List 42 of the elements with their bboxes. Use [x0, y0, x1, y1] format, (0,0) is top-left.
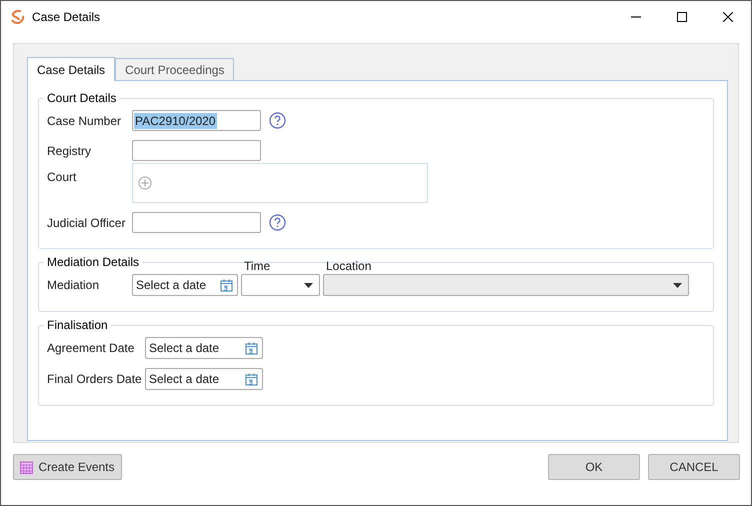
date-placeholder: Select a date [149, 372, 220, 386]
window-title: Case Details [32, 10, 100, 24]
calendar-icon[interactable] [245, 342, 258, 354]
date-placeholder: Select a date [149, 341, 220, 355]
field-label: Final Orders Date [47, 372, 143, 386]
field-label: Agreement Date [47, 341, 136, 355]
field-label: Mediation [47, 278, 100, 294]
field-value: PAC2910/2020 [134, 112, 217, 128]
maximize-icon[interactable] [677, 12, 687, 22]
dropdown-arrow-icon [673, 282, 682, 288]
text-field[interactable] [132, 212, 261, 233]
group-title: Mediation Details [46, 255, 140, 269]
help-icon[interactable] [269, 214, 286, 231]
date-placeholder: Select a date [136, 278, 206, 292]
create-events-button[interactable]: Create Events [13, 454, 122, 480]
group-title: Finalisation [46, 318, 109, 332]
calendar-icon [20, 460, 34, 474]
text-field[interactable]: PAC2910/2020 [132, 110, 261, 131]
tab[interactable]: Case Details [27, 57, 116, 81]
time-dropdown[interactable] [241, 274, 320, 296]
tab[interactable]: Court Proceedings [115, 58, 234, 80]
field-label: Court [47, 170, 78, 184]
add-icon[interactable] [138, 176, 152, 190]
close-icon[interactable] [723, 12, 733, 22]
field-label: Case Number [47, 114, 122, 128]
date-field[interactable]: Select a date [145, 337, 263, 359]
group-title: Court Details [46, 91, 118, 105]
cancel-button[interactable]: CANCEL [648, 454, 740, 480]
field-label: Judicial Officer [47, 216, 126, 230]
dropdown-arrow-icon [304, 282, 313, 288]
field-label: Location [325, 259, 372, 273]
text-field[interactable] [132, 140, 261, 161]
help-icon[interactable] [269, 112, 286, 129]
calendar-icon[interactable] [245, 372, 258, 386]
calendar-icon[interactable] [220, 278, 233, 292]
date-field[interactable]: Select a date [132, 274, 238, 296]
date-field[interactable]: Select a date [145, 368, 263, 390]
field-label: Registry [47, 144, 92, 158]
ok-button[interactable]: OK [548, 454, 640, 480]
field-label: Time [243, 259, 272, 273]
app-logo-icon [10, 8, 26, 24]
list-field[interactable] [132, 163, 428, 203]
